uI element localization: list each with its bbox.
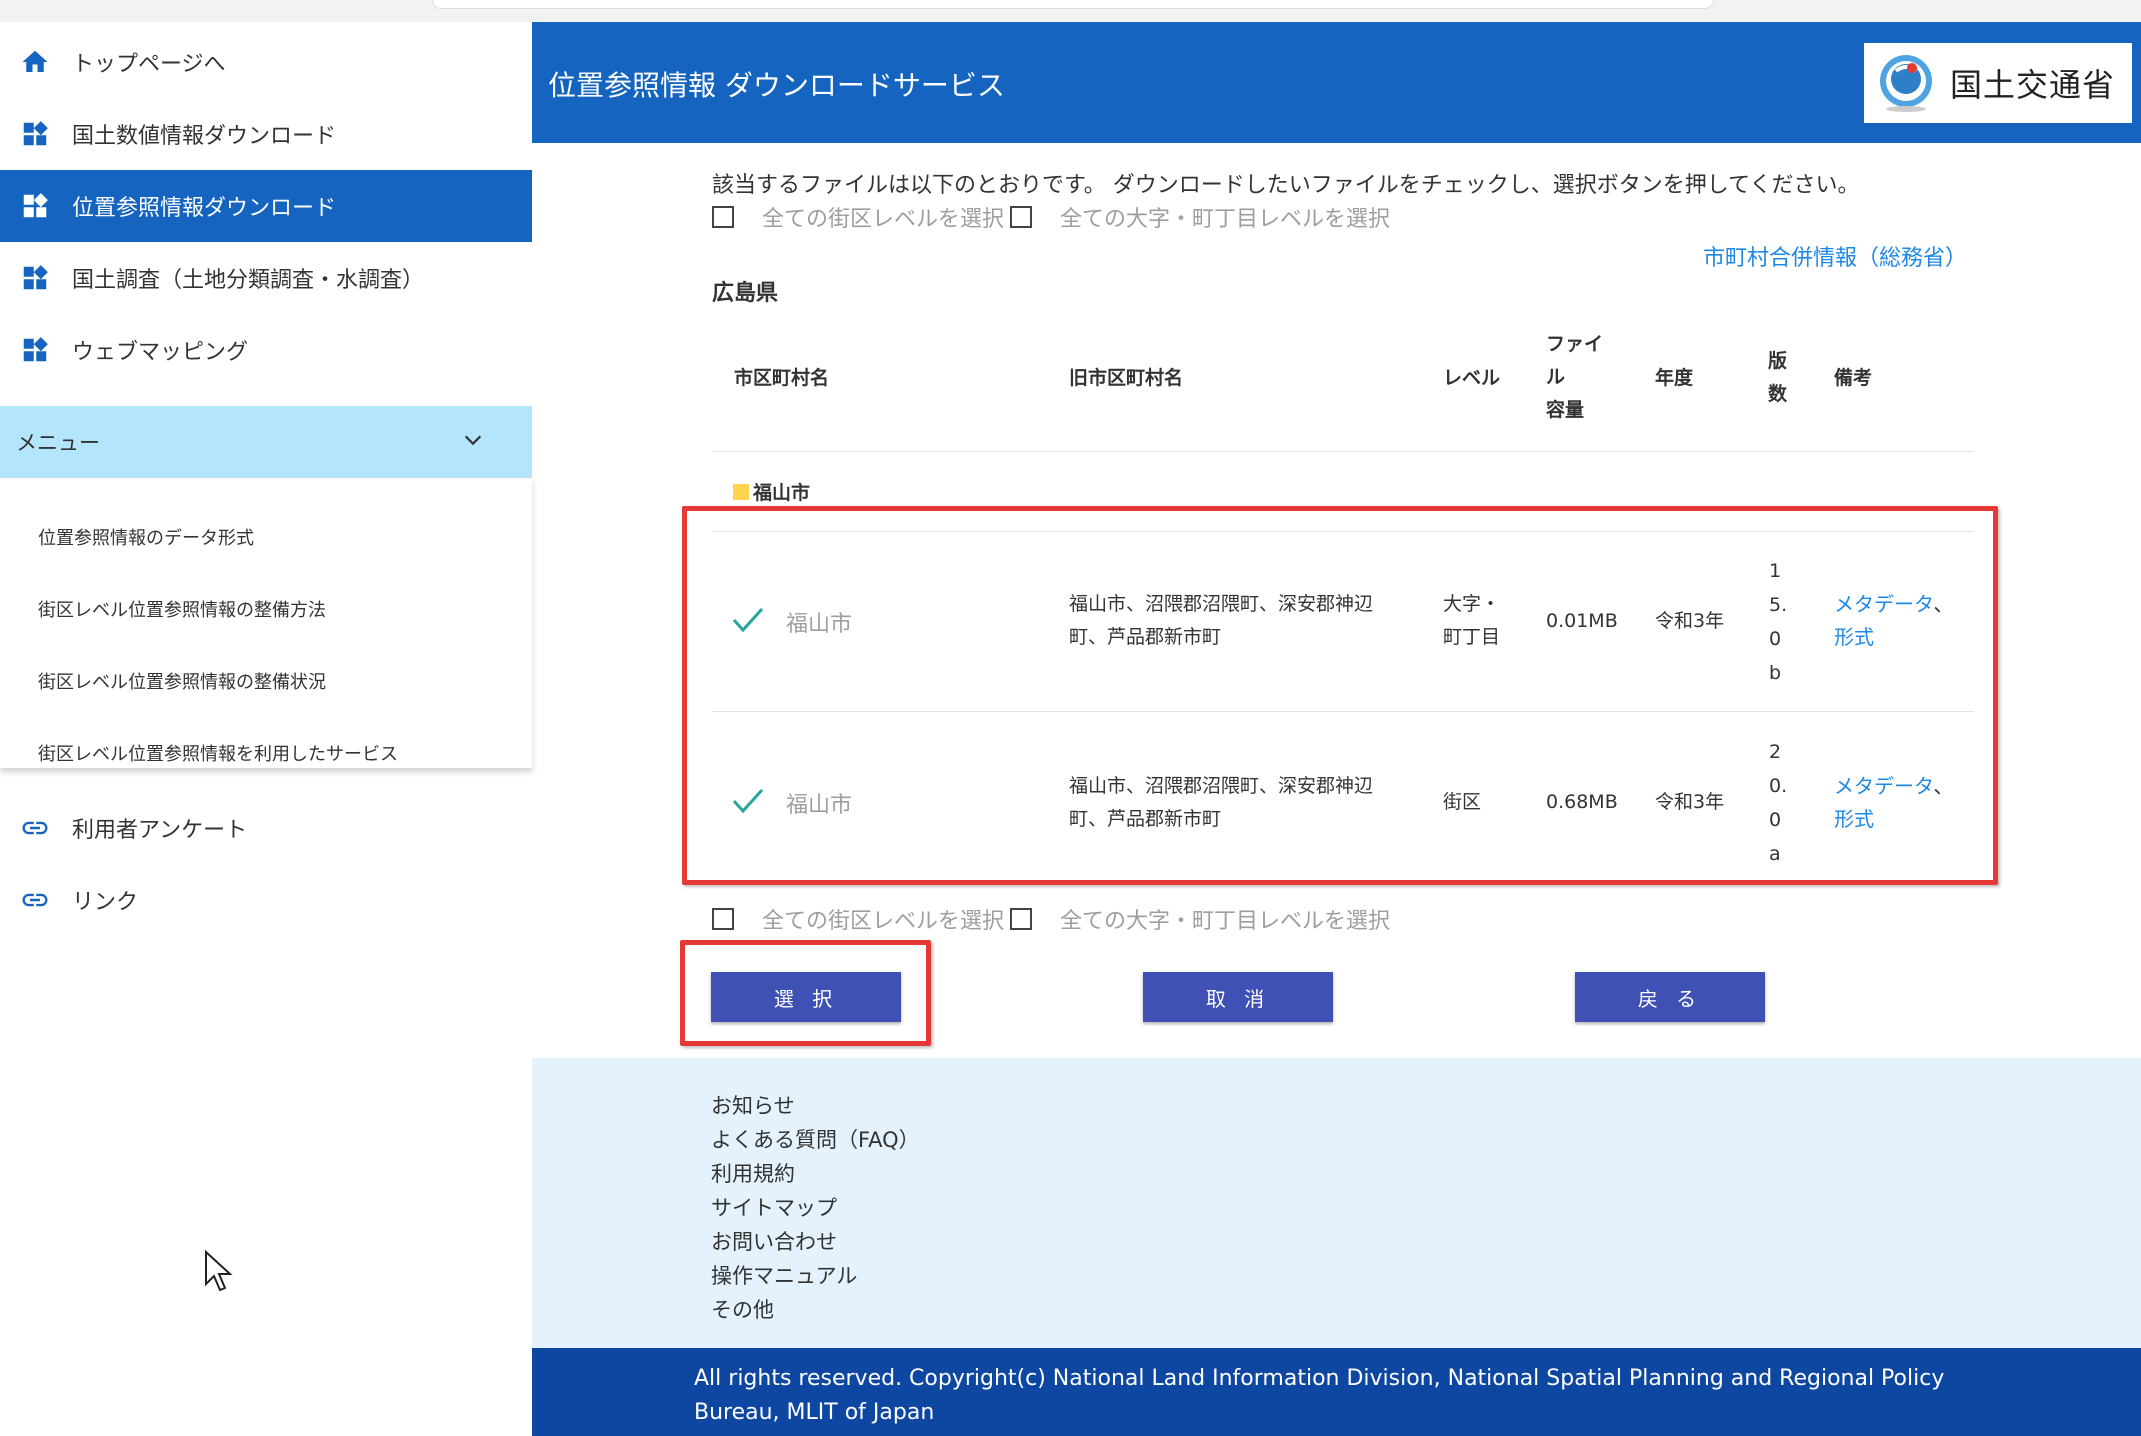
cancel-button[interactable]: 取 消 xyxy=(1143,972,1333,1022)
col-level: レベル xyxy=(1443,367,1501,389)
sidebar-item-links[interactable]: リンク xyxy=(0,864,532,936)
sidebar-item-label: ウェブマッピング xyxy=(72,340,249,365)
page-header: 位置参照情報 ダウンロードサービス 国土交通省 xyxy=(532,22,2141,143)
select-all-oaza-label: 全ての大字・町丁目レベルを選択 xyxy=(1060,909,1391,934)
footer-link-sitemap[interactable]: サイトマップ xyxy=(711,1192,837,1222)
sidebar-item-kokudo-download[interactable]: 国土数値情報ダウンロード xyxy=(0,98,532,170)
sidebar-item-location-download[interactable]: 位置参照情報ダウンロード xyxy=(0,170,532,242)
copyright-text: All rights reserved. Copyright(c) Nation… xyxy=(694,1366,1945,1425)
sidebar-item-top-page[interactable]: トップページへ xyxy=(0,26,532,98)
footer-links: お知らせ よくある質問（FAQ） 利用規約 サイトマップ お問い合わせ 操作マニ… xyxy=(532,1058,2141,1348)
select-all-oaza-label: 全ての大字・町丁目レベルを選択 xyxy=(1060,207,1391,232)
link-icon xyxy=(20,813,50,843)
footer-link-terms[interactable]: 利用規約 xyxy=(711,1158,795,1188)
address-bar[interactable] xyxy=(432,0,1714,9)
municipal-merger-link[interactable]: 市町村合併情報（総務省） xyxy=(1703,240,1967,272)
footer-link-faq[interactable]: よくある質問（FAQ） xyxy=(711,1124,920,1154)
mouse-cursor-icon xyxy=(205,1250,233,1292)
intro-text: 該当するファイルは以下のとおりです。 ダウンロードしたいファイルをチェックし、選… xyxy=(712,173,1860,198)
select-button[interactable]: 選 択 xyxy=(711,972,901,1022)
prefecture-heading: 広島県 xyxy=(712,281,779,306)
sidebar-item-web-mapping[interactable]: ウェブマッピング xyxy=(0,314,532,386)
widgets-icon xyxy=(20,263,50,293)
group-marker xyxy=(733,483,749,500)
select-all-block-label: 全ての街区レベルを選択 xyxy=(762,207,1005,232)
mlit-emblem-icon xyxy=(1880,55,1932,112)
select-all-block-checkbox-top[interactable] xyxy=(712,206,734,228)
page-title: 位置参照情報 ダウンロードサービス xyxy=(548,69,1005,102)
menu-item-data-format[interactable]: 位置参照情報のデータ形式 xyxy=(38,524,254,550)
sidebar-item-label: 国土数値情報ダウンロード xyxy=(72,124,337,149)
select-all-block-checkbox-bottom[interactable] xyxy=(712,908,734,930)
link-icon xyxy=(20,885,50,915)
menu-item-maintenance-status[interactable]: 街区レベル位置参照情報の整備状況 xyxy=(38,668,326,694)
sidebar-item-survey[interactable]: 利用者アンケート xyxy=(0,792,532,864)
sidebar-item-label: 利用者アンケート xyxy=(72,818,248,843)
sidebar-item-label: 国土調査（土地分類調査・水調査） xyxy=(72,268,425,293)
menu-item-maintenance-method[interactable]: 街区レベル位置参照情報の整備方法 xyxy=(38,596,326,622)
menu-panel: 位置参照情報のデータ形式 街区レベル位置参照情報の整備方法 街区レベル位置参照情… xyxy=(0,478,532,768)
col-year: 年度 xyxy=(1655,367,1694,389)
widgets-icon xyxy=(20,335,50,365)
header-divider xyxy=(712,451,1974,452)
widgets-icon xyxy=(20,191,50,221)
logo-text: 国土交通省 xyxy=(1950,66,2116,104)
sidebar-item-label: トップページへ xyxy=(72,52,226,77)
mlit-logo[interactable]: 国土交通省 xyxy=(1864,43,2132,123)
select-all-oaza-checkbox-bottom[interactable] xyxy=(1010,908,1033,930)
menu-accordion-header[interactable]: メニュー xyxy=(0,406,532,478)
footer-link-other[interactable]: その他 xyxy=(711,1294,774,1324)
menu-label: メニュー xyxy=(16,431,100,455)
sidebar: トップページへ 国土数値情報ダウンロード 位置参照情報ダウンロード 国土調査（土… xyxy=(0,22,532,1436)
back-button[interactable]: 戻 る xyxy=(1575,972,1765,1022)
menu-item-services[interactable]: 街区レベル位置参照情報を利用したサービス xyxy=(38,740,398,766)
footer-link-contact[interactable]: お問い合わせ xyxy=(711,1226,837,1256)
sidebar-item-label: リンク xyxy=(72,890,139,915)
highlight-box-rows xyxy=(682,506,1998,885)
col-notes: 備考 xyxy=(1834,367,1873,389)
select-all-row-bottom: 全ての街区レベルを選択 全ての大字・町丁目レベルを選択 xyxy=(712,904,1390,934)
select-all-row-top: 全ての街区レベルを選択 全ての大字・町丁目レベルを選択 xyxy=(712,202,1390,232)
home-icon xyxy=(20,47,50,77)
select-all-block-label: 全ての街区レベルを選択 xyxy=(762,909,1005,934)
col-old-city: 旧市区町村名 xyxy=(1069,367,1184,389)
city-group-heading: 福山市 xyxy=(733,478,810,505)
footer-link-manual[interactable]: 操作マニュアル xyxy=(711,1260,857,1290)
widgets-icon xyxy=(20,119,50,149)
sidebar-item-land-survey[interactable]: 国土調査（土地分類調査・水調査） xyxy=(0,242,532,314)
col-size: ファイ ル 容量 xyxy=(1546,333,1604,421)
copyright-bar: All rights reserved. Copyright(c) Nation… xyxy=(532,1348,2141,1436)
footer-link-news[interactable]: お知らせ xyxy=(711,1090,795,1120)
chevron-down-icon xyxy=(462,429,484,456)
select-all-oaza-checkbox-top[interactable] xyxy=(1010,206,1033,228)
sidebar-item-label: 位置参照情報ダウンロード xyxy=(72,196,337,221)
col-city: 市区町村名 xyxy=(734,367,830,389)
col-version: 版 数 xyxy=(1768,350,1788,405)
browser-top-strip xyxy=(0,0,2141,23)
